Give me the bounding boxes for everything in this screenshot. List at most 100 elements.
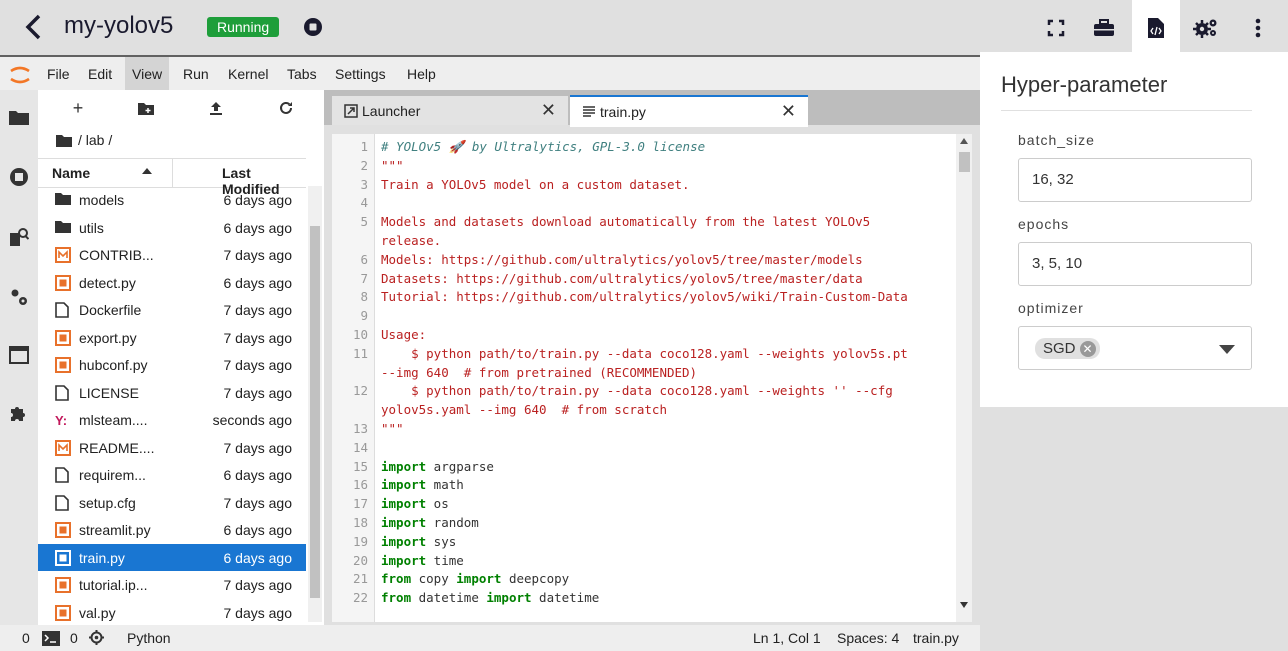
file-row[interactable]: hubconf.py 7 days ago <box>38 351 306 379</box>
new-folder-icon[interactable] <box>126 94 166 122</box>
scroll-down-icon[interactable] <box>960 602 968 608</box>
menu-settings[interactable]: Settings <box>328 57 393 90</box>
tab-bar: Launcher ✕ train.py ✕ <box>324 90 980 127</box>
refresh-icon[interactable] <box>266 94 306 122</box>
file-modified: 6 days ago <box>223 192 293 208</box>
folder-icon <box>55 192 71 208</box>
kernel-count[interactable]: 0 <box>70 630 78 646</box>
scrollbar[interactable] <box>308 186 322 622</box>
line-number: 21 <box>352 571 368 587</box>
activity-sidebar <box>0 90 38 625</box>
file-name: train.py <box>79 549 125 566</box>
menu-help[interactable]: Help <box>400 57 443 90</box>
chevron-down-icon[interactable] <box>1219 345 1235 354</box>
file-row[interactable]: Dockerfile 7 days ago <box>38 296 306 324</box>
close-icon[interactable]: ✕ <box>541 100 556 121</box>
epochs-value: 3, 5, 10 <box>1032 255 1083 272</box>
fullscreen-icon[interactable] <box>1036 8 1076 48</box>
code-line: release. <box>381 233 442 248</box>
file-row[interactable]: README.... 7 days ago <box>38 434 306 462</box>
remove-chip-icon[interactable]: ✕ <box>1079 340 1096 357</box>
optimizer-chip[interactable]: SGD ✕ <box>1035 338 1100 359</box>
line-number: 4 <box>360 195 368 211</box>
running-kernels-icon[interactable] <box>8 166 30 188</box>
file-row[interactable]: streamlit.py 6 days ago <box>38 516 306 544</box>
folder-icon[interactable] <box>8 106 30 128</box>
terminal-icon[interactable] <box>42 631 60 646</box>
file-modified: seconds ago <box>212 412 292 428</box>
tab-launcher[interactable]: Launcher ✕ <box>332 96 568 125</box>
more-vertical-icon[interactable] <box>1238 8 1278 48</box>
code-line: import math <box>381 477 464 493</box>
optimizer-select[interactable]: SGD ✕ <box>1018 326 1252 370</box>
file-modified: 7 days ago <box>223 439 293 456</box>
python-file-icon <box>55 357 71 373</box>
file-row[interactable]: LICENSE 7 days ago <box>38 379 306 407</box>
extension-puzzle-icon[interactable] <box>8 402 30 424</box>
code-line: from datetime import datetime <box>381 590 600 606</box>
file-modified: 7 days ago <box>223 494 293 511</box>
kernel-gear-icon[interactable] <box>89 630 104 645</box>
file-row[interactable]: train.py 6 days ago <box>38 543 306 571</box>
menu-tabs[interactable]: Tabs <box>280 57 324 90</box>
tab-label: train.py <box>600 104 646 120</box>
close-icon[interactable]: ✕ <box>781 101 796 122</box>
scrollbar[interactable] <box>956 134 972 622</box>
sort-ascending-icon[interactable] <box>142 168 152 174</box>
gears-icon[interactable] <box>1186 8 1226 48</box>
divider <box>1001 110 1252 111</box>
line-number: 12 <box>352 383 368 399</box>
file-row[interactable]: models 6 days ago <box>38 186 306 214</box>
stop-icon[interactable] <box>303 17 323 37</box>
terminal-count[interactable]: 0 <box>22 630 30 646</box>
markdown-file-icon <box>55 439 71 456</box>
menu-view[interactable]: View <box>125 57 170 90</box>
markdown-file-icon <box>55 247 71 263</box>
tabs-panel-icon[interactable] <box>8 344 30 366</box>
tab-train-py[interactable]: train.py ✕ <box>570 95 808 127</box>
scrollbar-thumb[interactable] <box>959 152 970 172</box>
property-inspector-icon[interactable] <box>8 226 30 248</box>
toolbox-icon[interactable] <box>1084 8 1124 48</box>
menu-edit[interactable]: Edit <box>81 57 119 90</box>
line-number: 1 <box>360 139 368 154</box>
file-row[interactable]: val.py 7 days ago <box>38 599 306 627</box>
file-row[interactable]: Y: mlsteam.... seconds ago <box>38 406 306 434</box>
code-editor[interactable]: 1 # YOLOv5 🚀 by Ultralytics, GPL-3.0 lice… <box>332 134 972 622</box>
line-number: 18 <box>352 515 368 530</box>
menu-file[interactable]: File <box>40 57 77 90</box>
line-number: 17 <box>352 496 368 512</box>
new-launcher-icon[interactable]: + <box>58 94 98 122</box>
python-file-icon <box>55 522 71 538</box>
breadcrumb[interactable]: / lab / <box>56 132 112 148</box>
menu-run[interactable]: Run <box>176 57 216 90</box>
file-browser: + / lab / Name Last Modified models 6 day… <box>38 90 324 625</box>
file-row[interactable]: setup.cfg 7 days ago <box>38 489 306 517</box>
code-line: import sys <box>381 533 457 549</box>
column-name[interactable]: Name <box>52 165 90 181</box>
code-line: import os <box>381 496 449 512</box>
back-icon[interactable] <box>18 10 48 44</box>
file-name: requirem... <box>79 467 146 483</box>
epochs-input[interactable]: 3, 5, 10 <box>1018 242 1252 286</box>
kernel-name[interactable]: Python <box>127 630 171 646</box>
file-row[interactable]: tutorial.ip... 7 days ago <box>38 571 306 599</box>
scroll-up-icon[interactable] <box>960 138 968 144</box>
batch-size-input[interactable]: 16, 32 <box>1018 158 1252 202</box>
file-row[interactable]: utils 6 days ago <box>38 214 306 242</box>
file-row[interactable]: CONTRIB... 7 days ago <box>38 241 306 269</box>
file-name: LICENSE <box>79 384 139 401</box>
code-line: yolov5s.yaml --img 640 # from scratch <box>381 402 667 418</box>
file-row[interactable]: detect.py 6 days ago <box>38 269 306 297</box>
commands-gears-icon[interactable] <box>8 286 30 308</box>
upload-icon[interactable] <box>196 94 236 122</box>
file-row[interactable]: requirem... 6 days ago <box>38 461 306 489</box>
menu-kernel[interactable]: Kernel <box>221 57 275 90</box>
code-file-icon[interactable] <box>1132 0 1180 56</box>
file-modified: 6 days ago <box>223 522 293 538</box>
scrollbar-thumb[interactable] <box>310 226 320 598</box>
line-number: 7 <box>360 270 368 286</box>
file-row[interactable]: export.py 7 days ago <box>38 324 306 352</box>
cursor-position[interactable]: Ln 1, Col 1 <box>753 630 821 646</box>
indent-spaces[interactable]: Spaces: 4 <box>837 630 899 646</box>
